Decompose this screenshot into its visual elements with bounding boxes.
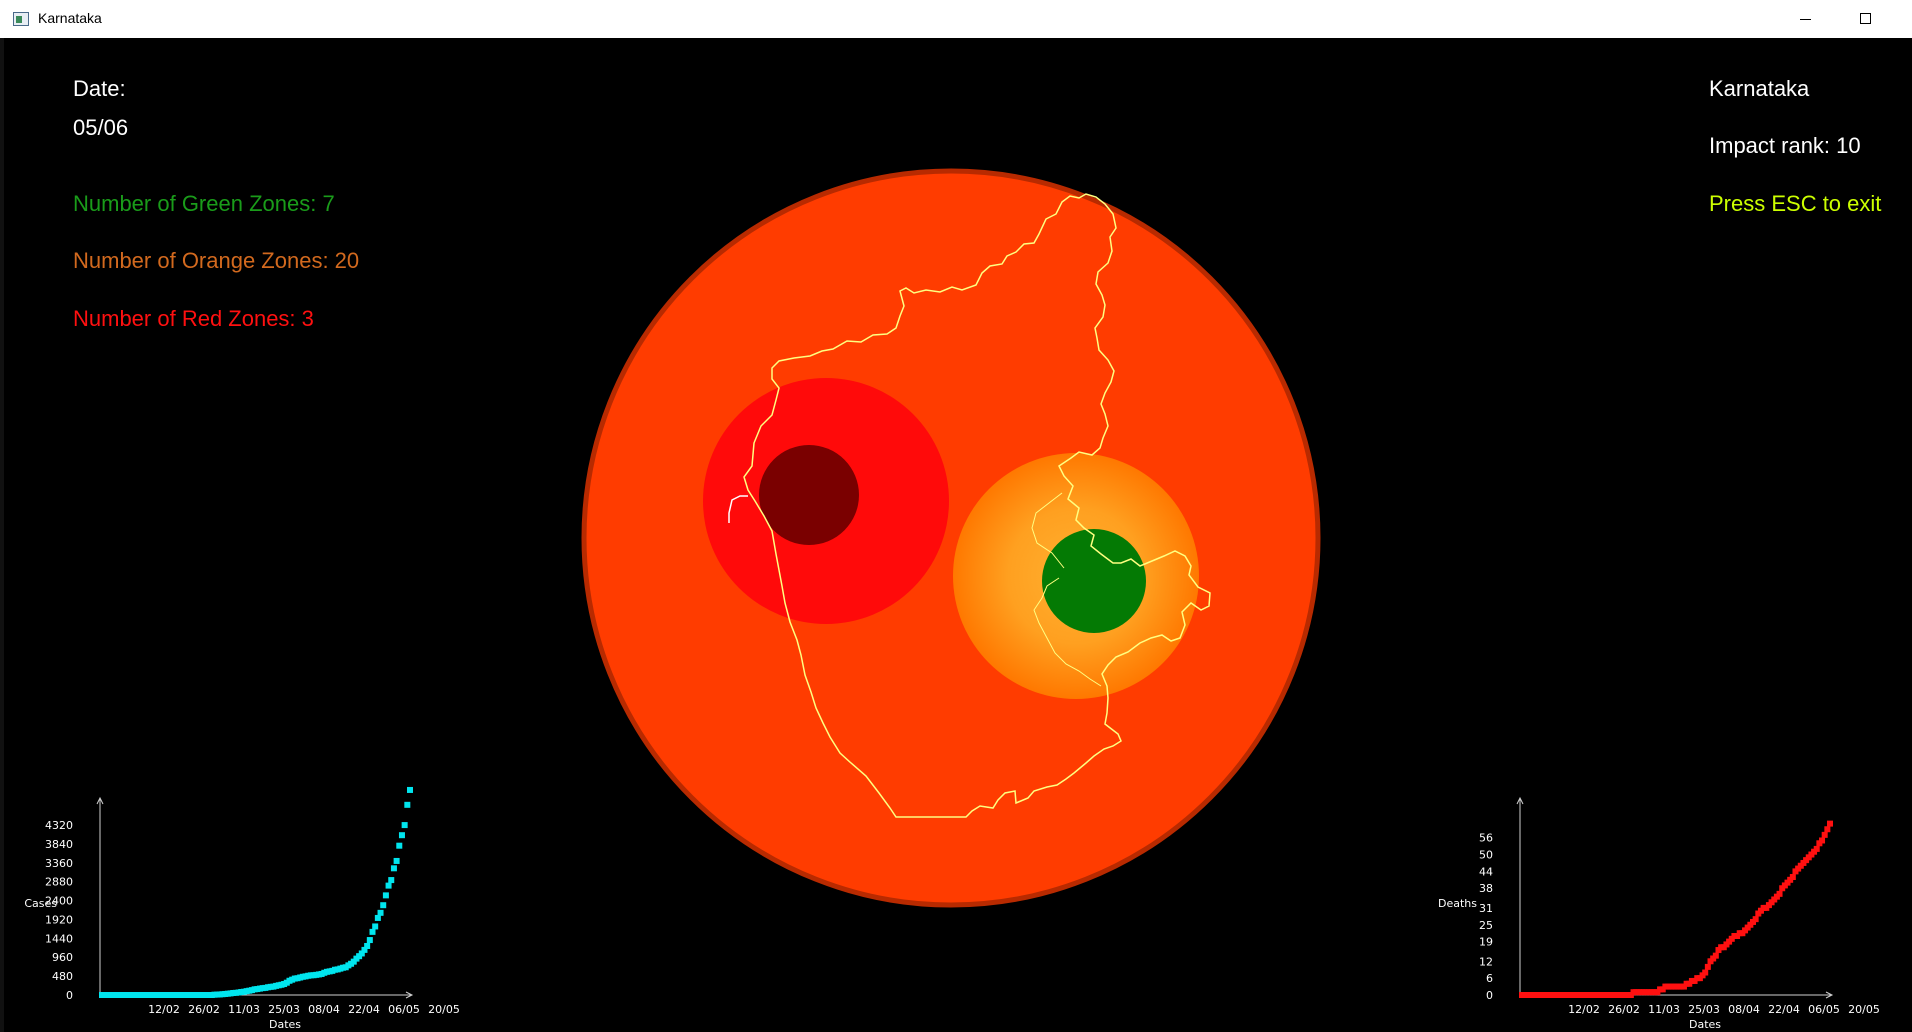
cases-data-point <box>396 842 403 849</box>
deaths-data-point <box>1824 826 1831 833</box>
red-zone-inner-circle <box>759 445 859 545</box>
deaths-data-point <box>1819 837 1826 844</box>
window-title: Karnataka <box>38 10 102 26</box>
deaths-x-tick-label: 20/05 <box>1848 1003 1880 1016</box>
deaths-x-tick-label: 08/04 <box>1728 1003 1760 1016</box>
deaths-data-point <box>1752 916 1759 923</box>
deaths-y-tick-label: 0 <box>1486 989 1493 1002</box>
minimize-button[interactable] <box>1776 0 1836 38</box>
cases-x-axis-label: Dates <box>269 1018 301 1028</box>
cases-data-point <box>401 822 408 829</box>
deaths-y-tick-label: 44 <box>1479 865 1493 878</box>
date-value: 05/06 <box>73 115 129 140</box>
state-name: Karnataka <box>1709 76 1810 101</box>
deaths-x-tick-label: 26/02 <box>1608 1003 1640 1016</box>
cases-data-point <box>385 882 392 889</box>
impact-rank: Impact rank: 10 <box>1709 133 1861 158</box>
cases-x-tick-label: 12/02 <box>148 1003 180 1016</box>
maximize-button[interactable] <box>1836 0 1896 38</box>
deaths-y-tick-label: 56 <box>1479 832 1493 845</box>
visualization-canvas[interactable]: Date: 05/06 Number of Green Zones: 7 Num… <box>4 38 1912 1028</box>
deaths-data-point <box>1821 831 1828 838</box>
cases-y-tick-label: 0 <box>66 989 73 1002</box>
cases-x-tick-label: 26/02 <box>188 1003 220 1016</box>
cases-y-tick-label: 3840 <box>45 838 73 851</box>
cases-data-point <box>369 928 376 935</box>
cases-x-tick-label: 11/03 <box>228 1003 260 1016</box>
deaths-y-tick-label: 31 <box>1479 902 1493 915</box>
app-icon <box>13 12 29 26</box>
cases-y-tick-label: 1440 <box>45 932 73 945</box>
deaths-y-axis-label: Deaths <box>1438 897 1477 910</box>
deaths-x-tick-label: 12/02 <box>1568 1003 1600 1016</box>
cases-data-point <box>380 902 387 909</box>
deaths-data-point <box>1712 952 1719 959</box>
deaths-x-axis-label: Dates <box>1689 1018 1721 1028</box>
cases-y-tick-label: 4320 <box>45 819 73 832</box>
window-titlebar: Karnataka <box>0 0 1912 39</box>
cases-y-tick-label: 2880 <box>45 876 73 889</box>
cases-y-axis-label: Cases <box>24 897 57 910</box>
maximize-icon <box>1860 13 1871 24</box>
deaths-y-tick-label: 19 <box>1479 936 1493 949</box>
green-zones-count: Number of Green Zones: 7 <box>73 191 335 216</box>
deaths-x-tick-label: 22/04 <box>1768 1003 1800 1016</box>
cases-chart: 04809601440192024002880336038404320Cases… <box>24 786 460 1028</box>
cases-data-point <box>404 801 411 808</box>
cases-y-tick-label: 3360 <box>45 857 73 870</box>
cases-data-point <box>407 786 413 793</box>
cases-data-point <box>364 942 371 949</box>
green-zone-circle <box>1042 529 1146 633</box>
cases-data-point <box>374 914 381 921</box>
cases-data-point <box>377 909 384 916</box>
cases-x-tick-label: 08/04 <box>308 1003 340 1016</box>
deaths-y-tick-label: 50 <box>1479 849 1493 862</box>
cases-y-tick-label: 1920 <box>45 913 73 926</box>
esc-hint: Press ESC to exit <box>1709 191 1882 216</box>
cases-data-point <box>366 937 373 944</box>
cases-data-point <box>372 923 379 930</box>
cases-data-point <box>393 857 400 864</box>
cases-data-point <box>388 877 395 884</box>
deaths-data-point <box>1813 845 1820 852</box>
cases-x-tick-label: 06/05 <box>388 1003 420 1016</box>
cases-x-tick-label: 22/04 <box>348 1003 380 1016</box>
cases-y-tick-label: 960 <box>52 951 73 964</box>
deaths-data-point <box>1704 963 1711 970</box>
deaths-y-tick-label: 38 <box>1479 882 1493 895</box>
orange-zones-count: Number of Orange Zones: 20 <box>73 248 360 273</box>
deaths-x-tick-label: 11/03 <box>1648 1003 1680 1016</box>
deaths-data-point <box>1702 969 1709 976</box>
deaths-y-tick-label: 6 <box>1486 972 1493 985</box>
deaths-data-point <box>1789 874 1796 880</box>
cases-data-point <box>398 832 405 839</box>
deaths-y-tick-label: 25 <box>1479 919 1493 932</box>
date-label: Date: <box>73 76 126 101</box>
state-impact-circle <box>581 168 1321 908</box>
cases-data-point <box>390 865 397 872</box>
deaths-x-tick-label: 06/05 <box>1808 1003 1840 1016</box>
deaths-x-tick-label: 25/03 <box>1688 1003 1720 1016</box>
minimize-icon <box>1800 19 1811 20</box>
cases-data-point <box>382 892 389 899</box>
deaths-chart: 0 6 12 19 25 31 38 44 50 56 Deaths 12/02 26/02 11/03 2… <box>1438 796 1880 1028</box>
deaths-data-point <box>1776 890 1783 897</box>
deaths-y-tick-label: 12 <box>1479 955 1493 968</box>
red-zones-count: Number of Red Zones: 3 <box>73 306 314 331</box>
cases-y-tick-label: 480 <box>52 970 73 983</box>
deaths-data-point <box>1827 820 1833 827</box>
cases-x-tick-label: 20/05 <box>428 1003 460 1016</box>
cases-x-tick-label: 25/03 <box>268 1003 300 1016</box>
